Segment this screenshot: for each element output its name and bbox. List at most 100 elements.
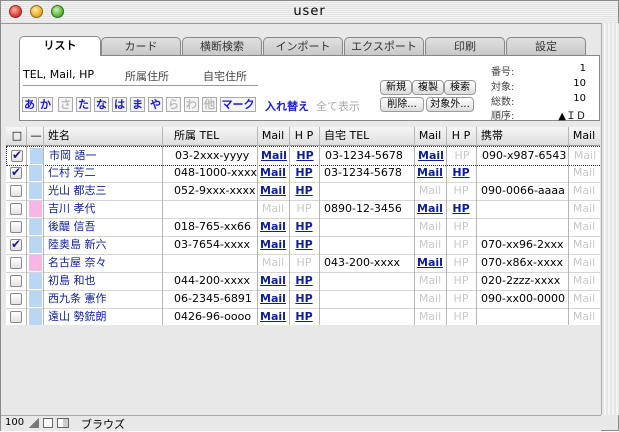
office-mail-link[interactable]: Mail xyxy=(257,218,289,236)
kana-sa[interactable]: さ xyxy=(58,97,73,112)
col-mark[interactable]: — xyxy=(28,127,44,145)
col-hp-home[interactable]: H P xyxy=(446,127,476,145)
out-of-scope-button[interactable]: 対象外... xyxy=(426,97,474,112)
mobile-mail-link[interactable]: Mail xyxy=(568,308,600,325)
filter-office-address[interactable]: 所属住所 xyxy=(125,68,169,84)
mobile-mail-link[interactable]: Mail xyxy=(568,236,600,254)
mobile-mail-link[interactable]: Mail xyxy=(568,200,600,218)
kana-a[interactable]: あ xyxy=(22,97,37,112)
home-mail-link[interactable]: Mail xyxy=(414,236,446,254)
home-mail-link[interactable]: Mail xyxy=(414,182,446,200)
office-mail-link[interactable]: Mail xyxy=(257,182,289,200)
mobile-mail-link[interactable]: Mail xyxy=(569,147,600,165)
office-mail-link[interactable]: Mail xyxy=(258,147,290,165)
title-bar[interactable]: user xyxy=(1,1,618,24)
tab-list[interactable]: リスト xyxy=(19,36,101,56)
home-hp-link[interactable]: HP xyxy=(446,236,476,254)
office-hp-link[interactable]: HP xyxy=(289,290,319,308)
tab-settings[interactable]: 設定 xyxy=(506,37,586,55)
home-hp-link[interactable]: HP xyxy=(446,308,476,325)
tab-card[interactable]: カード xyxy=(101,37,181,55)
row-checkbox[interactable] xyxy=(10,275,22,287)
home-hp-link[interactable]: HP xyxy=(447,147,477,165)
office-hp-link[interactable]: HP xyxy=(289,254,319,272)
contact-name[interactable]: 市岡 語一 xyxy=(46,147,163,165)
table-row[interactable]: 初島 和也 044-200-xxxx Mail HP Mail HP 020-2zzz-xx… xyxy=(6,272,600,291)
office-hp-link[interactable]: HP xyxy=(290,147,320,165)
kana-ka[interactable]: か xyxy=(38,97,53,112)
zoom-icon[interactable] xyxy=(29,418,39,428)
row-checkbox[interactable] xyxy=(10,293,22,305)
home-hp-link[interactable]: HP xyxy=(446,200,476,218)
contact-name[interactable]: 光山 都志三 xyxy=(45,182,162,200)
col-mail-mobile[interactable]: Mail xyxy=(568,127,600,145)
home-mail-link[interactable]: Mail xyxy=(414,200,446,218)
home-mail-link[interactable]: Mail xyxy=(414,272,446,290)
office-hp-link[interactable]: HP xyxy=(289,200,319,218)
contact-name[interactable]: 初島 和也 xyxy=(45,272,162,290)
row-checkbox[interactable] xyxy=(11,148,23,162)
office-hp-link[interactable]: HP xyxy=(289,272,319,290)
row-checkbox[interactable] xyxy=(10,221,22,233)
office-hp-link[interactable]: HP xyxy=(289,236,319,254)
home-mail-link[interactable]: Mail xyxy=(415,147,447,165)
col-mail-home[interactable]: Mail xyxy=(414,127,446,145)
kana-other[interactable]: 他 xyxy=(202,97,217,112)
row-checkbox[interactable] xyxy=(10,185,22,197)
home-hp-link[interactable]: HP xyxy=(446,254,476,272)
office-hp-link[interactable]: HP xyxy=(289,308,319,325)
table-row[interactable]: 市岡 語一03-2xxx-yyyyMailHP03-1234-5678MailH… xyxy=(6,146,600,166)
zoom-level[interactable]: 100 xyxy=(5,417,24,428)
table-row[interactable]: 光山 都志三 052-9xxx-xxxx Mail HP Mail HP 090-0066-… xyxy=(6,182,600,201)
mobile-mail-link[interactable]: Mail xyxy=(568,290,600,308)
office-hp-link[interactable]: HP xyxy=(289,164,319,182)
col-name[interactable]: 姓名 xyxy=(45,127,162,145)
col-hp-office[interactable]: H P xyxy=(289,127,319,145)
resize-grip[interactable] xyxy=(602,415,618,430)
mobile-mail-link[interactable]: Mail xyxy=(568,164,600,182)
office-mail-link[interactable]: Mail xyxy=(257,308,289,325)
row-checkbox[interactable] xyxy=(10,311,22,323)
home-mail-link[interactable]: Mail xyxy=(414,164,446,182)
tab-cross-search[interactable]: 横断検索 xyxy=(182,37,262,55)
col-mail-office[interactable]: Mail xyxy=(257,127,289,145)
home-mail-link[interactable]: Mail xyxy=(414,218,446,236)
mobile-mail-link[interactable]: Mail xyxy=(568,182,600,200)
home-hp-link[interactable]: HP xyxy=(446,272,476,290)
swap-link[interactable]: 入れ替え xyxy=(265,98,309,114)
home-mail-link[interactable]: Mail xyxy=(414,308,446,325)
new-button[interactable]: 新規 xyxy=(380,80,412,95)
mobile-mail-link[interactable]: Mail xyxy=(568,254,600,272)
table-row[interactable]: 後醍 信吾 018-765-xx66 Mail HP Mail HP Mail xyxy=(6,218,600,237)
kana-ha[interactable]: は xyxy=(112,97,127,112)
filter-tel-mail-hp[interactable]: TEL, Mail, HP xyxy=(23,68,94,81)
tab-export[interactable]: エクスポート xyxy=(344,37,424,55)
order-value[interactable]: ▲ＩＤ xyxy=(558,107,586,122)
table-row[interactable]: 仁村 芳二048-1000-xxxxMailHP03-1234-5678Mail… xyxy=(6,164,600,183)
kana-ta[interactable]: た xyxy=(76,97,91,112)
contact-name[interactable]: 名古屋 奈々 xyxy=(45,254,162,272)
table-row[interactable]: 名古屋 奈々 Mail HP 043-200-xxxx Mail HP 070-x86x-x… xyxy=(6,254,600,273)
status-area-icon[interactable] xyxy=(43,418,53,428)
home-mail-link[interactable]: Mail xyxy=(414,290,446,308)
office-mail-link[interactable]: Mail xyxy=(257,254,289,272)
office-mail-link[interactable]: Mail xyxy=(257,236,289,254)
office-hp-link[interactable]: HP xyxy=(289,218,319,236)
home-mail-link[interactable]: Mail xyxy=(414,254,446,272)
vertical-scrollbar[interactable] xyxy=(601,23,619,415)
tab-print[interactable]: 印刷 xyxy=(425,37,505,55)
row-checkbox[interactable] xyxy=(10,237,22,251)
contact-name[interactable]: 後醍 信吾 xyxy=(45,218,162,236)
search-button[interactable]: 検索 xyxy=(444,80,476,95)
row-checkbox[interactable] xyxy=(10,165,22,179)
kana-na[interactable]: な xyxy=(94,97,109,112)
filter-home-address[interactable]: 自宅住所 xyxy=(203,68,247,84)
contact-name[interactable]: 仁村 芳二 xyxy=(45,164,162,182)
col-mobile[interactable]: 携帯 xyxy=(476,127,568,145)
tab-import[interactable]: インポート xyxy=(263,37,343,55)
duplicate-button[interactable]: 複製 xyxy=(412,80,444,95)
table-row[interactable]: 西九条 憲作 06-2345-6891 Mail HP Mail HP 090-xx00-0… xyxy=(6,290,600,309)
layout-icon[interactable] xyxy=(57,418,69,428)
home-hp-link[interactable]: HP xyxy=(446,218,476,236)
contact-name[interactable]: 吉川 孝代 xyxy=(45,200,162,218)
